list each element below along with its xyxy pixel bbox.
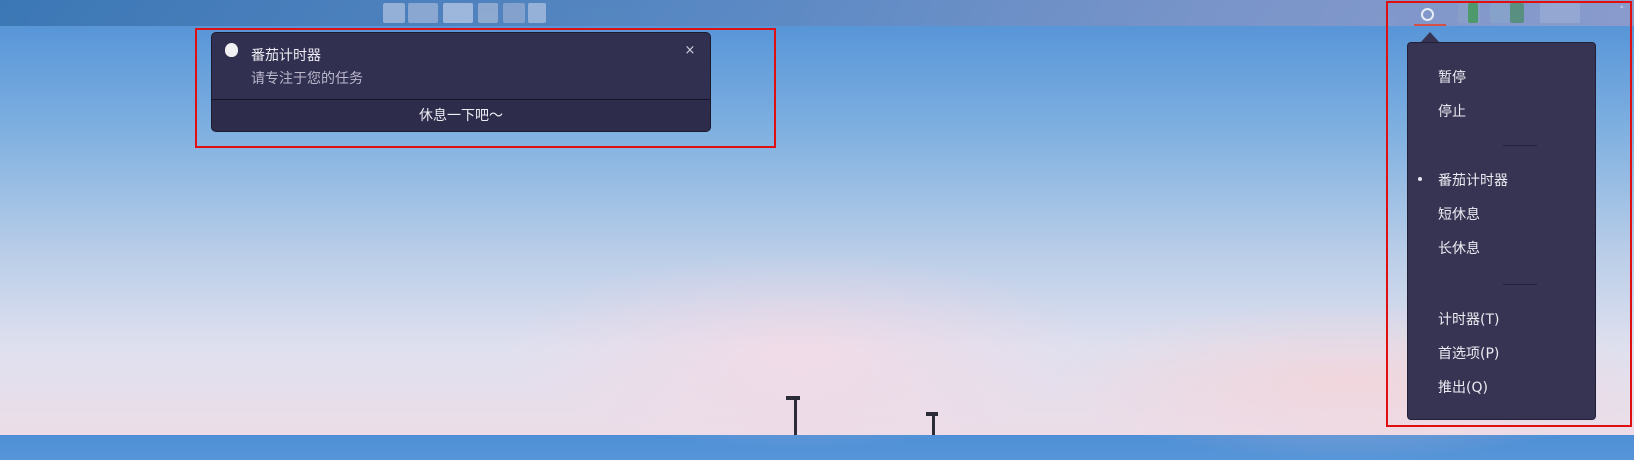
notification-title: 番茄计时器 [251,48,321,64]
timer-tray-menu: 暂停 停止 番茄计时器 短休息 长休息 计时器(T) 首选项(P) 推出(Q) [1407,42,1596,420]
tomato-timer-icon [225,43,238,57]
menu-separator [1503,145,1537,146]
menu-item-stop[interactable]: 停止 [1438,101,1466,121]
menu-item-short-break[interactable]: 短休息 [1438,204,1480,224]
blurred-panel-item[interactable] [503,3,525,23]
menu-item-timer[interactable]: 计时器(T) [1438,309,1499,329]
blurred-panel-item[interactable] [443,3,473,23]
wallpaper-mast-top [786,396,800,400]
wallpaper-mast [932,416,935,435]
notification-body: 请专注于您的任务 [251,71,363,87]
blurred-panel-item[interactable] [528,3,546,23]
wallpaper-mast [794,400,797,435]
blurred-panel-item[interactable] [383,3,405,23]
close-icon[interactable]: × [682,43,698,59]
wallpaper-mast-top [926,412,938,416]
notification-popup: 番茄计时器 请专注于您的任务 × 休息一下吧～ [211,32,711,132]
break-action-button[interactable]: 休息一下吧～ [212,100,710,131]
menu-item-long-break[interactable]: 长休息 [1438,238,1480,258]
menu-item-pause[interactable]: 暂停 [1438,67,1466,87]
menu-separator [1503,284,1537,285]
menu-item-pomodoro[interactable]: 番茄计时器 [1438,170,1508,190]
menu-item-preferences[interactable]: 首选项(P) [1438,343,1499,363]
blurred-panel-item[interactable] [478,3,498,23]
selected-radio-dot-icon [1418,177,1422,181]
wallpaper-glow [500,250,1100,450]
menu-item-quit[interactable]: 推出(Q) [1438,377,1488,397]
blurred-panel-item[interactable] [408,3,438,23]
